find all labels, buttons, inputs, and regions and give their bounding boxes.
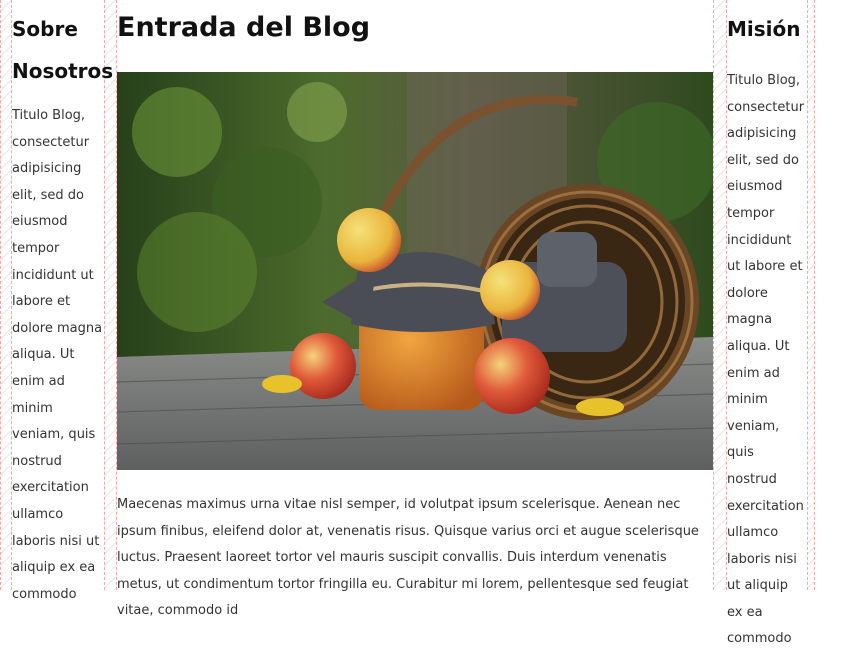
blog-post: Entrada del Blog Maecenas maximus urna v… [117,0,713,618]
sidebar-mission-text: Titulo Blog, consectetur adipisicing eli… [727,73,805,647]
post-title: Entrada del Blog [117,12,371,43]
layout-guide [713,0,727,590]
page: Sobre Nosotros Titulo Blog, consectetur … [0,0,861,646]
layout-guide [0,0,12,590]
sidebar-about-text: Titulo Blog, consectetur adipisicing eli… [12,108,103,602]
sidebar-mission: Misión Titulo Blog, consectetur adipisic… [727,0,807,653]
post-image [117,72,713,470]
sidebar-mission-title: Misión [727,17,801,41]
layout-guide [807,0,815,590]
sidebar-about: Sobre Nosotros Titulo Blog, consectetur … [12,0,114,608]
sidebar-about-title: Sobre Nosotros [12,17,114,83]
post-body: Maecenas maximus urna vitae nisl semper,… [117,497,699,618]
layout-guide [104,0,117,590]
